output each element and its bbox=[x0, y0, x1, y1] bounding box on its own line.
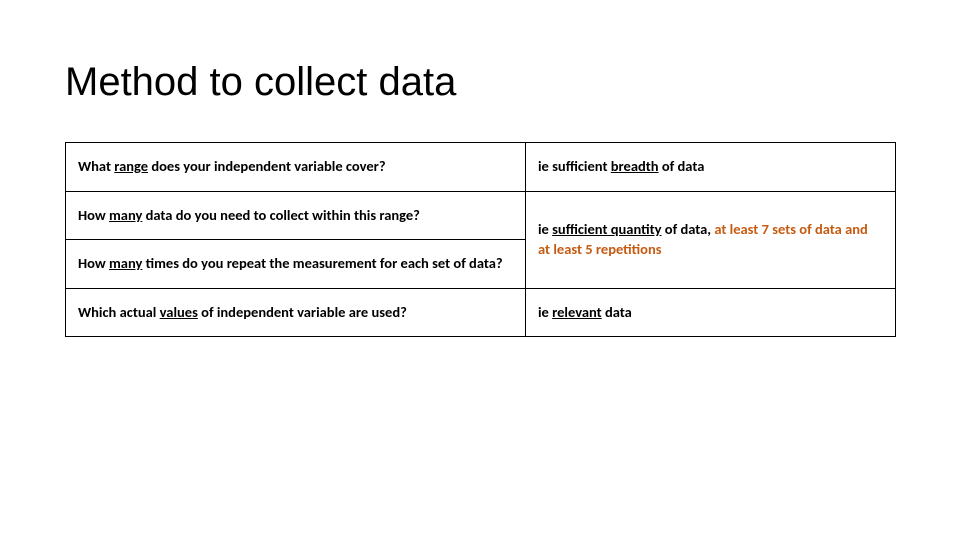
text: Which actual bbox=[78, 303, 160, 321]
table-row: Which actual values of independent varia… bbox=[66, 288, 896, 337]
text: ie sufficient bbox=[538, 157, 611, 175]
answer-cell: ie sufficient breadth of data bbox=[526, 143, 896, 192]
text: What bbox=[78, 157, 114, 175]
underlined-text: breadth bbox=[611, 157, 659, 175]
answer-cell: ie relevant data bbox=[526, 288, 896, 337]
question-cell: What range does your independent variabl… bbox=[66, 143, 526, 192]
text: of independent variable are used? bbox=[198, 303, 407, 321]
text: ie bbox=[538, 303, 552, 321]
text: of data, bbox=[662, 220, 715, 238]
answer-cell: ie sufficient quantity of data, at least… bbox=[526, 191, 896, 288]
underlined-text: many bbox=[109, 254, 142, 272]
table-row: What range does your independent variabl… bbox=[66, 143, 896, 192]
underlined-text: values bbox=[160, 303, 198, 321]
text: How bbox=[78, 254, 109, 272]
text: data do you need to collect within this … bbox=[142, 206, 420, 224]
underlined-text: sufficient quantity bbox=[552, 220, 661, 238]
slide: Method to collect data What range does y… bbox=[0, 0, 960, 540]
text: How bbox=[78, 206, 109, 224]
table-row: How many data do you need to collect wit… bbox=[66, 191, 896, 288]
underlined-text: relevant bbox=[552, 303, 602, 321]
text: does your independent variable cover? bbox=[148, 157, 386, 175]
question-cell-stacked: How many data do you need to collect wit… bbox=[66, 191, 526, 288]
text: of data bbox=[659, 157, 705, 175]
question-cell: Which actual values of independent varia… bbox=[66, 288, 526, 337]
underlined-text: range bbox=[114, 157, 148, 175]
text: data bbox=[602, 303, 632, 321]
underlined-text: many bbox=[109, 206, 142, 224]
text: times do you repeat the measurement for … bbox=[142, 254, 502, 272]
slide-title: Method to collect data bbox=[65, 60, 895, 104]
text: ie bbox=[538, 220, 552, 238]
method-table: What range does your independent variabl… bbox=[65, 142, 896, 337]
